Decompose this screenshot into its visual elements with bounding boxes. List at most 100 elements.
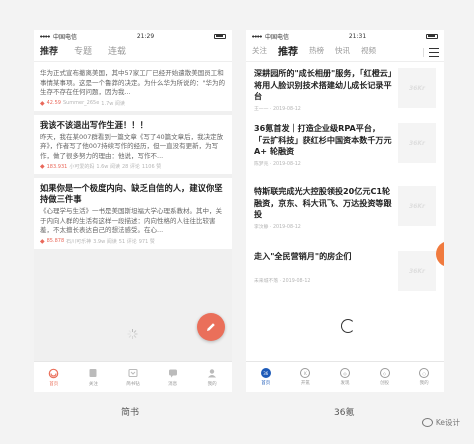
clock: 21:31 <box>348 32 367 40</box>
tabbar-me[interactable]: 我的 <box>192 362 232 392</box>
tabbar-label: 首页 <box>49 381 59 387</box>
signal-icon <box>252 34 262 38</box>
jianshu-screen: 中国电信 21:29 推荐 专题 连载 华为正式宣布撤离美国，其中57家工厂已经… <box>34 30 232 392</box>
news-thumbnail: 36Kr <box>398 68 436 108</box>
tabbar-label: 首页 <box>261 381 271 386</box>
tabbar-discover[interactable]: ◎ 发现 <box>325 362 365 392</box>
article-meta: ◆ 42.59 Summer_265e 1.7w 阅读 <box>40 100 226 107</box>
tabbar-label: 关注 <box>88 381 98 387</box>
news-thumbnail: 36Kr <box>398 186 436 226</box>
carrier-label: 中国电信 <box>53 33 78 41</box>
comment-count: 51 评论 <box>118 238 137 245</box>
tabbar-label: 发现 <box>340 381 350 386</box>
news-title: 走入"全民营销月"的房企们 <box>254 251 352 261</box>
compass-icon: ◎ <box>339 368 350 378</box>
diamond-icon <box>127 368 138 379</box>
tab-recommend[interactable]: 推荐 <box>278 43 298 61</box>
tab-serial[interactable]: 连载 <box>108 44 126 61</box>
tabbar-home[interactable]: 36 首页 <box>246 362 286 392</box>
diamond-count: 42.59 <box>46 100 61 106</box>
diamond-icon: ◆ <box>40 237 45 245</box>
tab-follow[interactable]: 关注 <box>252 45 267 61</box>
loading-spinner <box>341 319 355 333</box>
tab-divider <box>423 48 424 57</box>
article-excerpt: 昨天，我在某007群看到一篇文章《写了40篇文章后，我决定放弃》，作者写了他00… <box>40 132 224 160</box>
author-name[interactable]: Summer_265e <box>63 100 99 106</box>
signal-icon <box>40 34 50 38</box>
user-icon <box>207 368 218 379</box>
pencil-icon <box>207 323 215 331</box>
tab-recommend[interactable]: 推荐 <box>40 44 58 61</box>
like-count: 1106 赞 <box>141 164 162 170</box>
menu-icon[interactable] <box>429 48 439 57</box>
article-excerpt: 《心理学与生活》一书是美国斯坦福大学心理系教材。其中，关于内向人群的生活有这样一… <box>40 207 222 234</box>
tabbar-invest[interactable]: ◇ 创投 <box>365 362 405 392</box>
tabbar-follow[interactable]: 关注 <box>74 362 114 392</box>
status-bar: 中国电信 21:29 <box>34 30 232 42</box>
comment-count: 28 评论 <box>121 164 140 170</box>
tabbar-kaike[interactable]: K 开氪 <box>286 362 326 392</box>
article-meta: ◆ 183.931 小可爱的妈 1.6w 阅读 28 评论 1106 赞 <box>40 163 226 170</box>
author-name[interactable]: 小可爱的妈 <box>69 163 94 170</box>
bookmark-icon <box>88 368 99 379</box>
article-title: 我该不该退出写作生涯！！！ <box>40 119 148 130</box>
author-name[interactable]: 石川可乐神 <box>66 238 91 245</box>
user-icon: ○ <box>419 368 430 378</box>
read-count: 3.9w 阅读 <box>93 238 117 245</box>
top-tabs: 关注 推荐 热榜 快讯 视频 <box>246 42 444 62</box>
top-tabs: 推荐 专题 连载 <box>34 42 232 62</box>
tabbar-label: 我的 <box>207 381 217 387</box>
article-title: 如果你是一个极度内向、缺乏自信的人，建议你坚持做三件事 <box>40 183 223 204</box>
caption-36kr: 36氪 <box>334 408 355 418</box>
invest-icon: ◇ <box>379 368 390 378</box>
home-icon <box>48 368 59 379</box>
bottom-tabbar: 36 首页 K 开氪 ◎ 发现 ◇ 创投 ○ 我的 <box>246 361 444 392</box>
read-count: 1.6w 阅读 <box>96 164 120 170</box>
article-card[interactable]: 我该不该退出写作生涯！！！ 昨天，我在某007群看到一篇文章《写了40篇文章后，… <box>34 114 232 174</box>
battery-icon <box>214 33 226 39</box>
tabbar-label: 消息 <box>168 381 178 387</box>
article-card[interactable]: 如果你是一个极度内向、缺乏自信的人，建议你坚持做三件事 《心理学与生活》一书是美… <box>34 178 232 249</box>
news-meta: 王一一 · 2019-08-12 <box>254 106 301 112</box>
article-meta: ◆ 85.878 石川可乐神 3.9w 阅读 51 评论 971 赞 <box>40 238 226 245</box>
tabbar-diamond[interactable]: 简书钻 <box>113 362 153 392</box>
news-meta: 李汶静 · 2019-08-12 <box>254 224 301 230</box>
home-icon: 36 <box>260 368 271 378</box>
tabbar-label: 开氪 <box>300 381 310 386</box>
tab-topics[interactable]: 专题 <box>74 44 92 61</box>
message-icon <box>167 368 178 379</box>
clock: 21:29 <box>136 32 155 40</box>
news-title: 深耕园所的"成长相册"服务，「红橙云」将用人脸识别技术搭建幼儿成长记录平台 <box>254 68 392 101</box>
loading-spinner <box>127 329 137 339</box>
kaike-icon: K <box>300 368 311 378</box>
tabbar-messages[interactable]: 消息 <box>153 362 193 392</box>
wechat-icon <box>421 418 433 427</box>
kr36-screen: 中国电信 21:31 关注 推荐 热榜 快讯 视频 深耕园所的"成长相册"服务，… <box>246 30 444 392</box>
tab-news[interactable]: 快讯 <box>335 45 350 61</box>
status-bar: 中国电信 21:31 <box>246 30 444 42</box>
bottom-tabbar: 首页 关注 简书钻 消息 我的 <box>34 361 232 392</box>
diamond-count: 183.931 <box>46 163 68 170</box>
battery-icon <box>426 33 438 39</box>
diamond-count: 85.878 <box>46 238 65 244</box>
tabbar-label: 我的 <box>419 381 429 386</box>
news-thumbnail: 36Kr <box>398 123 436 163</box>
carrier-label: 中国电信 <box>265 33 290 41</box>
write-button[interactable] <box>197 313 225 341</box>
news-title: 36氪首发｜打造企业级RPA平台，「云扩科技」获红杉中国资本数千万元 A+ 轮融… <box>254 123 392 156</box>
news-meta: 未来城不落 · 2019-08-12 <box>254 278 311 284</box>
tab-hot[interactable]: 热榜 <box>309 45 324 61</box>
watermark-text: Ke设计 <box>435 418 460 427</box>
news-thumbnail: 36Kr <box>398 251 436 291</box>
floating-side-button[interactable] <box>436 241 444 267</box>
tabbar-me[interactable]: ○ 我的 <box>404 362 444 392</box>
caption-jianshu: 简书 <box>121 408 140 418</box>
tabbar-label: 创投 <box>380 381 390 386</box>
watermark: Ke设计 <box>421 417 460 428</box>
tabbar-home[interactable]: 首页 <box>34 362 74 392</box>
like-count: 971 赞 <box>138 238 155 245</box>
tabbar-label: 简书钻 <box>126 381 140 387</box>
article-card[interactable]: 华为正式宣布撤离美国，其中57家工厂已经开始遣散美国员工和事情某事项。这是一个鲁… <box>34 62 232 111</box>
tab-video[interactable]: 视频 <box>361 45 376 61</box>
comparison-canvas: 中国电信 21:29 推荐 专题 连载 华为正式宣布撤离美国，其中57家工厂已经… <box>0 0 474 444</box>
